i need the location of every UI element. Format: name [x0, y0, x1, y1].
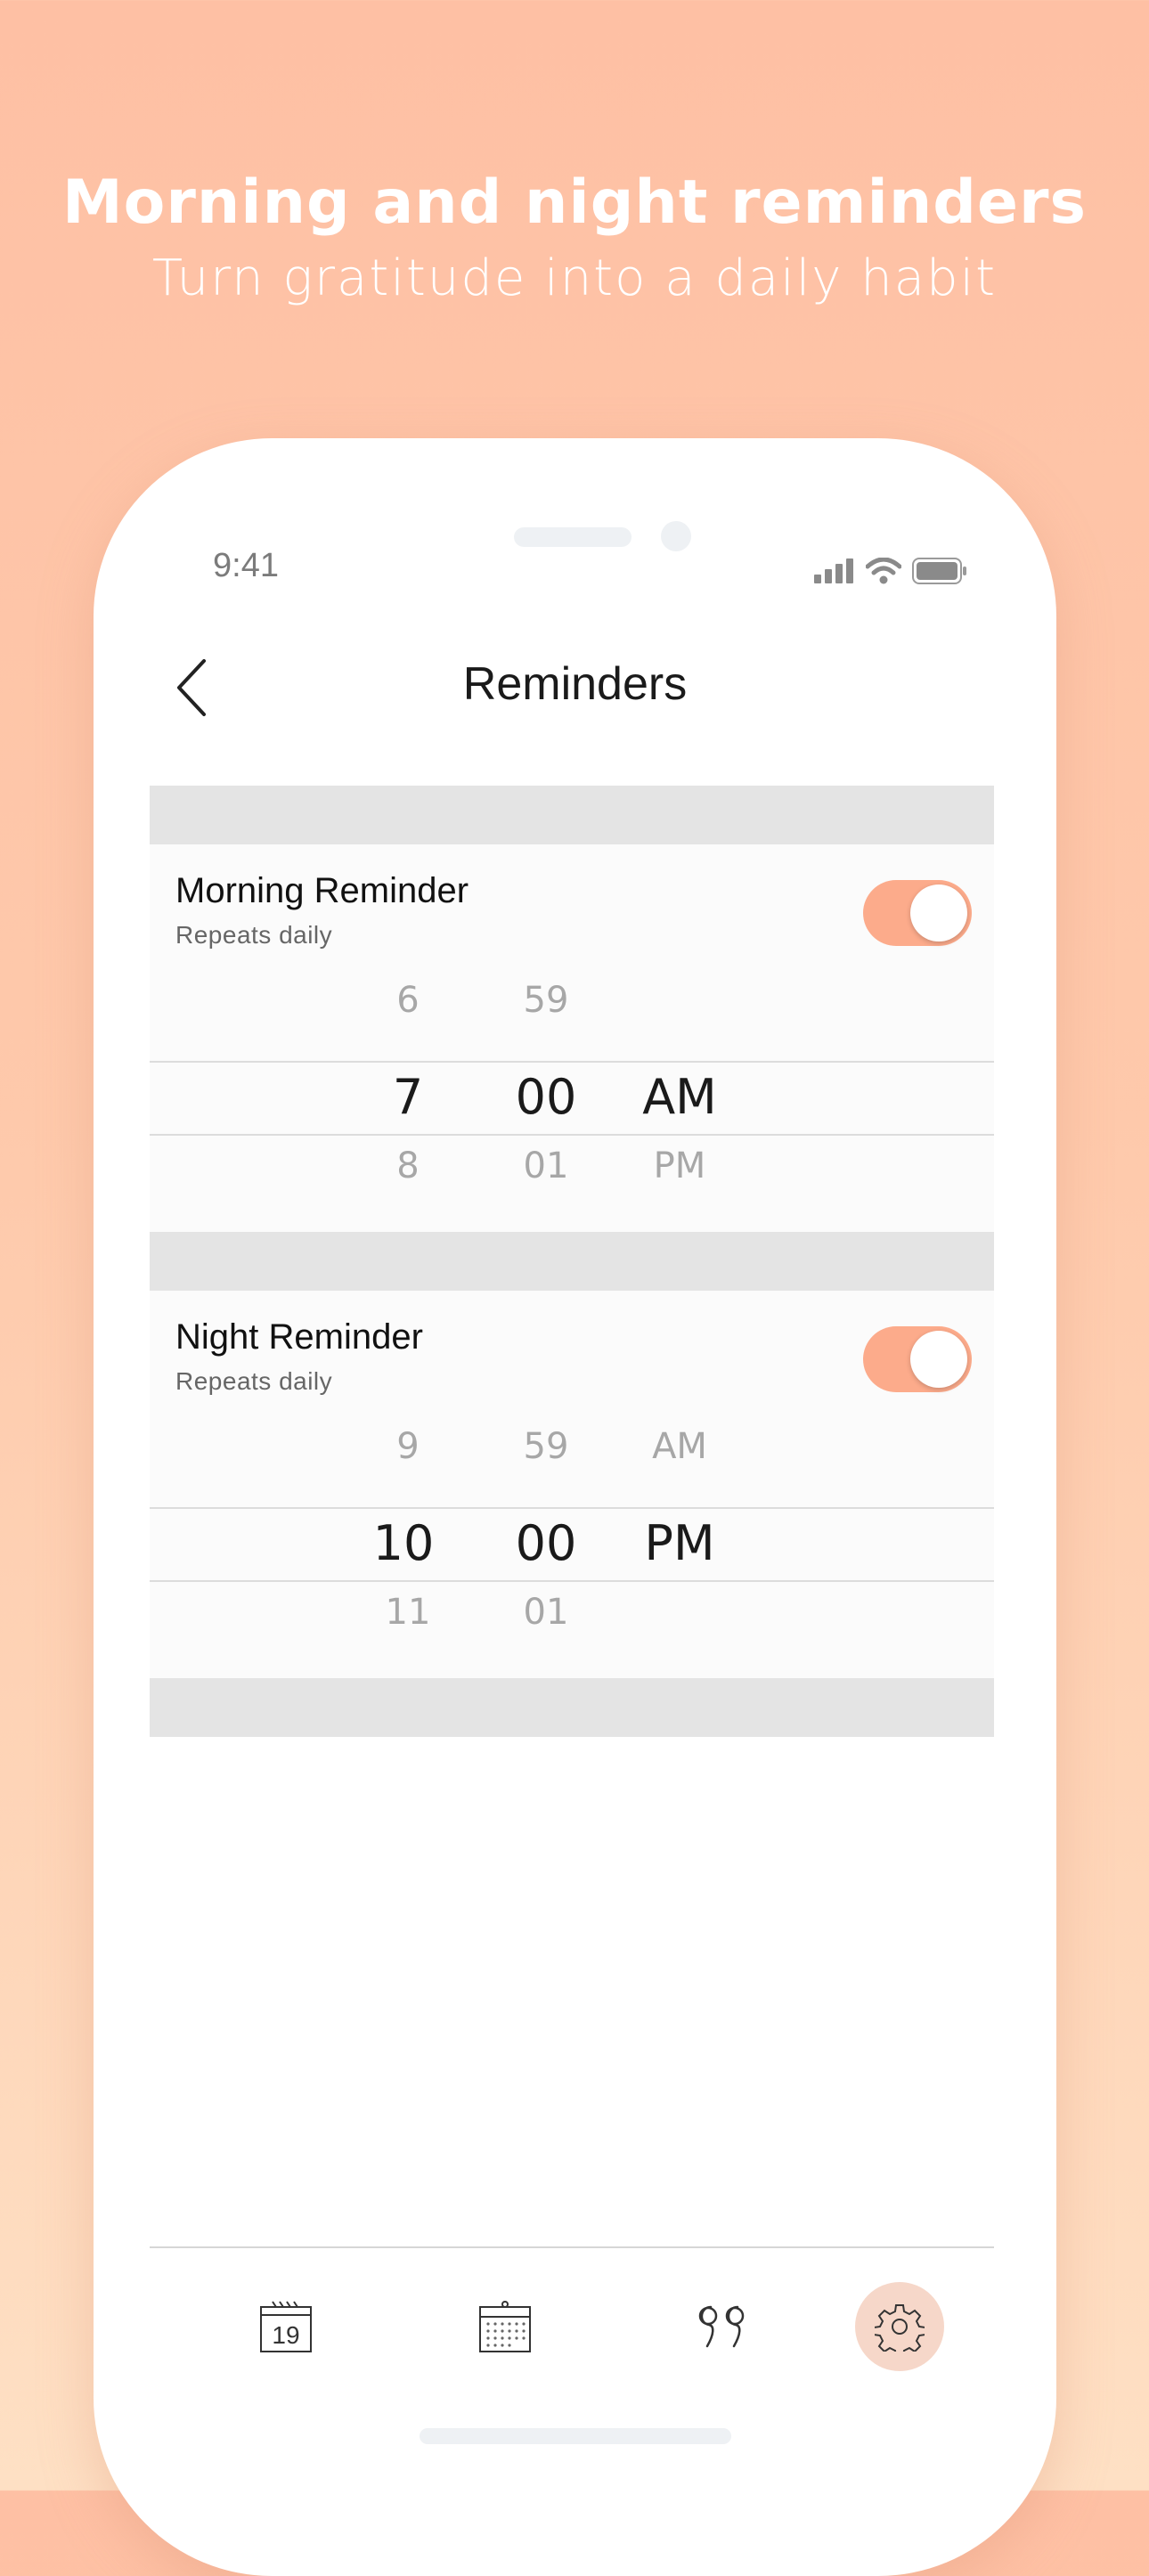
morning-reminder-toggle[interactable]	[863, 880, 972, 946]
tab-quotes[interactable]	[680, 2282, 769, 2371]
reminder-title: Night Reminder	[175, 1317, 423, 1357]
period-selected[interactable]: AM	[622, 1069, 737, 1125]
tab-settings[interactable]	[855, 2282, 944, 2371]
hour-selected[interactable]: 10	[354, 1515, 452, 1571]
daily-calendar-icon: 19	[260, 2301, 312, 2352]
status-time: 9:41	[213, 547, 279, 584]
morning-reminder-card: Morning Reminder Repeats daily 6 7 8 59 …	[150, 844, 994, 1232]
picker-selection-top-line	[150, 1061, 994, 1063]
daily-calendar-day: 19	[272, 2321, 299, 2349]
toggle-knob	[910, 884, 967, 942]
page-title: Reminders	[462, 658, 688, 710]
hour-below[interactable]: 8	[377, 1145, 439, 1186]
phone-frame: 9:41 Reminders Morning Reminder Repeats …	[94, 438, 1056, 2576]
reminder-title: Morning Reminder	[175, 871, 469, 910]
home-indicator[interactable]	[420, 2428, 731, 2444]
phone-camera	[661, 521, 691, 551]
hour-selected[interactable]: 7	[368, 1069, 448, 1125]
period-above[interactable]: AM	[631, 1426, 729, 1467]
signal-icon	[814, 558, 853, 583]
picker-selection-bottom-line	[150, 1134, 994, 1136]
hour-above[interactable]: 6	[377, 980, 439, 1021]
promo-subtitle: Turn gratitude into a daily habit	[151, 249, 998, 307]
picker-selection-top-line	[150, 1507, 994, 1509]
section-divider	[150, 1232, 994, 1291]
reminder-subtitle: Repeats daily	[175, 1367, 333, 1395]
minute-above[interactable]: 59	[506, 980, 586, 1021]
period-selected[interactable]: PM	[622, 1515, 737, 1571]
month-calendar-icon	[479, 2301, 531, 2352]
status-icons	[814, 558, 967, 584]
tabbar-divider	[150, 2246, 994, 2248]
hour-below[interactable]: 11	[368, 1592, 448, 1633]
tab-daily[interactable]: 19	[241, 2282, 330, 2371]
minute-selected[interactable]: 00	[497, 1069, 595, 1125]
minute-above[interactable]: 59	[506, 1426, 586, 1467]
battery-icon	[912, 558, 966, 584]
period-below[interactable]: PM	[631, 1145, 729, 1186]
promo-title: Morning and night reminders	[61, 167, 1088, 238]
settings-gear-icon	[875, 2304, 925, 2352]
section-divider	[150, 786, 994, 844]
reminder-subtitle: Repeats daily	[175, 921, 333, 949]
quote-icon	[698, 2305, 745, 2348]
tab-calendar[interactable]	[460, 2282, 550, 2371]
toggle-knob	[910, 1331, 967, 1388]
wifi-icon	[866, 558, 901, 584]
minute-selected[interactable]: 00	[497, 1515, 595, 1571]
minute-below[interactable]: 01	[506, 1145, 586, 1186]
night-reminder-toggle[interactable]	[863, 1326, 972, 1392]
minute-below[interactable]: 01	[506, 1592, 586, 1633]
night-reminder-card: Night Reminder Repeats daily 9 10 11 59 …	[150, 1291, 994, 1678]
hour-above[interactable]: 9	[377, 1426, 439, 1467]
phone-speaker	[514, 527, 632, 547]
section-divider	[150, 1678, 994, 1737]
picker-selection-bottom-line	[150, 1580, 994, 1582]
